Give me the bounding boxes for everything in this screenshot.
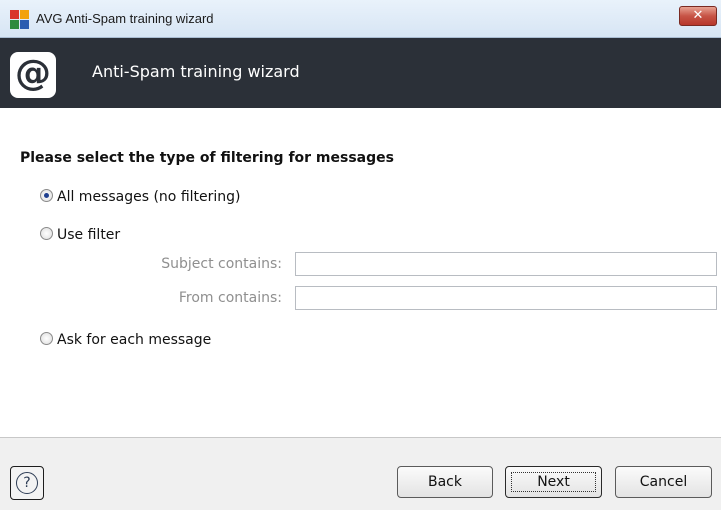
at-sign-icon: @ bbox=[10, 52, 56, 98]
from-contains-input[interactable] bbox=[295, 286, 717, 310]
radio-button[interactable] bbox=[40, 227, 53, 240]
radio-label: All messages (no filtering) bbox=[57, 189, 241, 205]
radio-button[interactable] bbox=[40, 332, 53, 345]
radio-label: Use filter bbox=[57, 227, 121, 243]
header-banner: @ Anti-Spam training wizard bbox=[0, 38, 721, 108]
subject-contains-input[interactable] bbox=[295, 252, 717, 276]
close-icon: ✕ bbox=[692, 8, 704, 23]
cancel-button[interactable]: Cancel bbox=[615, 466, 712, 498]
banner-title: Anti-Spam training wizard bbox=[92, 62, 300, 81]
radio-ask-each-message[interactable]: Ask for each message bbox=[40, 332, 211, 352]
radio-all-messages[interactable]: All messages (no filtering) bbox=[40, 189, 241, 209]
radio-button-checked[interactable] bbox=[40, 189, 53, 202]
next-button[interactable]: Next bbox=[505, 466, 602, 498]
wizard-window: AVG Anti-Spam training wizard ✕ @ Anti-S… bbox=[0, 0, 721, 510]
window-title: AVG Anti-Spam training wizard bbox=[36, 11, 214, 26]
avg-logo-icon bbox=[10, 10, 29, 29]
footer-bar: ? Back Next Cancel bbox=[0, 437, 721, 510]
radio-label: Ask for each message bbox=[57, 332, 212, 348]
from-contains-label: From contains: bbox=[178, 290, 282, 306]
radio-use-filter[interactable]: Use filter bbox=[40, 227, 120, 247]
close-button[interactable]: ✕ bbox=[679, 6, 717, 26]
help-button[interactable]: ? bbox=[10, 466, 44, 500]
focus-rectangle bbox=[511, 472, 596, 492]
back-button[interactable]: Back bbox=[397, 466, 493, 498]
help-icon: ? bbox=[16, 472, 38, 494]
title-bar[interactable]: AVG Anti-Spam training wizard ✕ bbox=[0, 0, 721, 38]
section-heading: Please select the type of filtering for … bbox=[20, 150, 394, 166]
subject-contains-label: Subject contains: bbox=[161, 256, 282, 272]
